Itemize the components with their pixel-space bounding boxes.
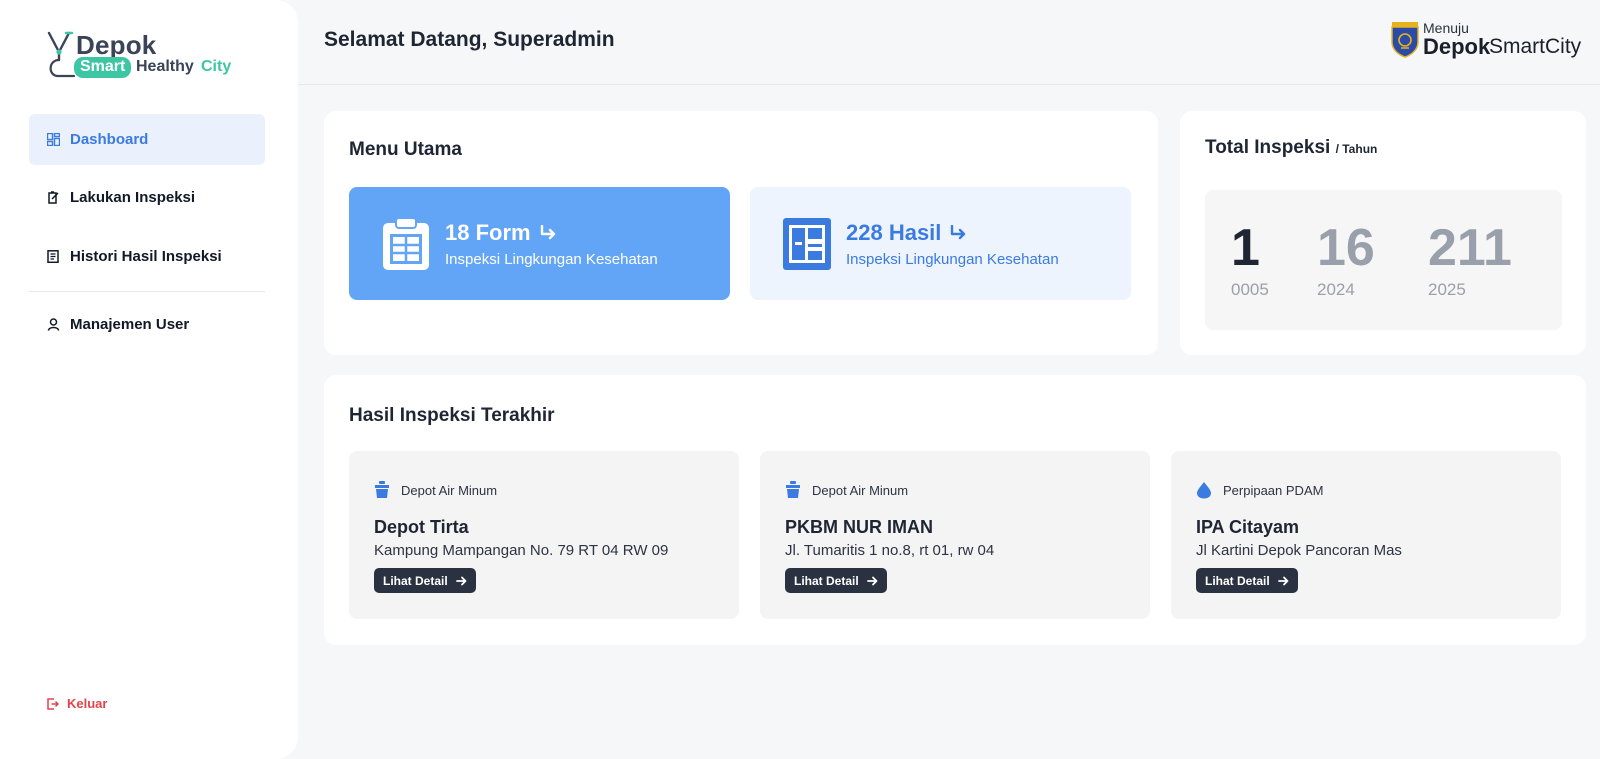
total-inspeksi-title-text: Total Inspeksi: [1205, 137, 1331, 158]
logo-city-text: City: [201, 58, 232, 75]
inspection-address: Jl Kartini Depok Pancoran Mas: [1196, 542, 1402, 559]
page-title: Selamat Datang, Superadmin: [324, 28, 615, 51]
lihat-detail-label: Lihat Detail: [383, 573, 448, 588]
total-inspeksi-unit: / Tahun: [1335, 142, 1378, 156]
yearly-stats-box: 1 0005 16 2024 211 2025: [1205, 190, 1562, 330]
form-count: 18 Form: [445, 220, 557, 246]
newspaper-icon: [783, 218, 831, 270]
stat-value: 16: [1317, 219, 1375, 277]
stat-year-label: 0005: [1231, 280, 1269, 299]
sidebar-item-label: Manajemen User: [70, 316, 190, 333]
turn-right-arrow-icon: [539, 225, 557, 241]
clipboard-edit-icon: [47, 190, 61, 205]
document-icon: [47, 249, 61, 264]
total-inspeksi-title: Total Inspeksi / Tahun: [1205, 137, 1377, 159]
app-logo[interactable]: Depok Smart Healthy City: [46, 30, 246, 82]
inspection-item: Perpipaan PDAM IPA Citayam Jl Kartini De…: [1171, 451, 1561, 619]
stat-value: 211: [1428, 219, 1512, 277]
arrow-right-icon: [866, 576, 878, 586]
form-subtitle: Inspeksi Lingkungan Kesehatan: [445, 251, 658, 268]
depok-emblem-icon: [1391, 22, 1419, 58]
lihat-detail-button[interactable]: Lihat Detail: [785, 568, 887, 593]
hasil-count-value: 228 Hasil: [846, 220, 942, 245]
stat-year-0005: 1 0005: [1231, 218, 1269, 300]
inspection-category-label: Depot Air Minum: [401, 482, 498, 498]
sidebar: Depok Smart Healthy City Dashboard Lakuk…: [0, 0, 298, 759]
brand-depok-text: Depok: [1423, 34, 1491, 59]
sidebar-item-manajemen-user[interactable]: Manajemen User: [29, 299, 265, 350]
turn-right-arrow-icon: [949, 225, 967, 241]
inspection-name: Depot Tirta: [374, 517, 469, 537]
inspection-address: Kampung Mampangan No. 79 RT 04 RW 09: [374, 542, 669, 559]
hasil-inspeksi-tile[interactable]: 228 Hasil Inspeksi Lingkungan Kesehatan: [750, 187, 1131, 300]
sidebar-item-label: Lakukan Inspeksi: [70, 189, 196, 206]
water-drop-icon: [1196, 481, 1214, 499]
logout-button[interactable]: Keluar: [47, 696, 107, 711]
sidebar-item-dashboard[interactable]: Dashboard: [29, 114, 265, 165]
user-icon: [47, 317, 61, 332]
sidebar-item-label: Dashboard: [70, 131, 149, 148]
logout-label: Keluar: [67, 696, 108, 711]
logo-healthy-text: Healthy: [136, 58, 194, 75]
sidebar-item-label: Histori Hasil Inspeksi: [70, 248, 222, 265]
arrow-right-icon: [455, 576, 467, 586]
stat-year-2025: 211 2025: [1428, 218, 1512, 300]
top-header: Selamat Datang, Superadmin Menuju Depok …: [298, 0, 1600, 85]
dashboard-icon: [47, 132, 61, 147]
recent-inspections-card: Hasil Inspeksi Terakhir Depot Air Minum …: [324, 375, 1586, 645]
stat-year-label: 2025: [1428, 280, 1466, 299]
brand-smartcity-text: SmartCity: [1489, 35, 1582, 58]
depok-smartcity-brand[interactable]: Menuju Depok SmartCity: [1391, 20, 1586, 62]
stat-year-label: 2024: [1317, 280, 1355, 299]
inspection-category-label: Depot Air Minum: [812, 482, 909, 498]
logout-icon: [47, 697, 59, 710]
inspection-category: Depot Air Minum: [374, 481, 497, 499]
inspection-item: Depot Air Minum Depot Tirta Kampung Mamp…: [349, 451, 739, 619]
inspection-name: IPA Citayam: [1196, 517, 1300, 537]
sidebar-divider: [29, 291, 265, 292]
sidebar-item-lakukan-inspeksi[interactable]: Lakukan Inspeksi: [29, 172, 265, 223]
water-gallon-icon: [785, 481, 803, 499]
stat-year-2024: 16 2024: [1317, 218, 1375, 300]
lihat-detail-label: Lihat Detail: [794, 573, 859, 588]
lihat-detail-label: Lihat Detail: [1205, 573, 1270, 588]
menu-utama-card: Menu Utama 18 Form Inspeksi Lingkungan K…: [324, 111, 1158, 355]
lihat-detail-button[interactable]: Lihat Detail: [374, 568, 476, 593]
inspection-category-label: Perpipaan PDAM: [1223, 482, 1324, 498]
total-inspeksi-card: Total Inspeksi / Tahun 1 0005 16 2024 21…: [1180, 111, 1586, 355]
logo-smart-badge: Smart: [74, 57, 132, 78]
sidebar-item-histori[interactable]: Histori Hasil Inspeksi: [29, 231, 265, 282]
inspection-category: Perpipaan PDAM: [1196, 481, 1323, 499]
form-count-value: 18 Form: [445, 220, 531, 245]
menu-utama-title: Menu Utama: [349, 139, 462, 160]
water-gallon-icon: [374, 481, 392, 499]
hasil-subtitle: Inspeksi Lingkungan Kesehatan: [846, 251, 1059, 268]
form-inspeksi-tile[interactable]: 18 Form Inspeksi Lingkungan Kesehatan: [349, 187, 730, 300]
clipboard-icon: [383, 217, 429, 270]
recent-inspections-title: Hasil Inspeksi Terakhir: [349, 405, 555, 426]
hasil-count: 228 Hasil: [846, 220, 967, 246]
inspection-name: PKBM NUR IMAN: [785, 517, 933, 537]
arrow-right-icon: [1277, 576, 1289, 586]
inspection-item: Depot Air Minum PKBM NUR IMAN Jl. Tumari…: [760, 451, 1150, 619]
inspection-category: Depot Air Minum: [785, 481, 908, 499]
inspection-address: Jl. Tumaritis 1 no.8, rt 01, rw 04: [785, 542, 995, 559]
lihat-detail-button[interactable]: Lihat Detail: [1196, 568, 1298, 593]
stat-value: 1: [1231, 219, 1260, 277]
